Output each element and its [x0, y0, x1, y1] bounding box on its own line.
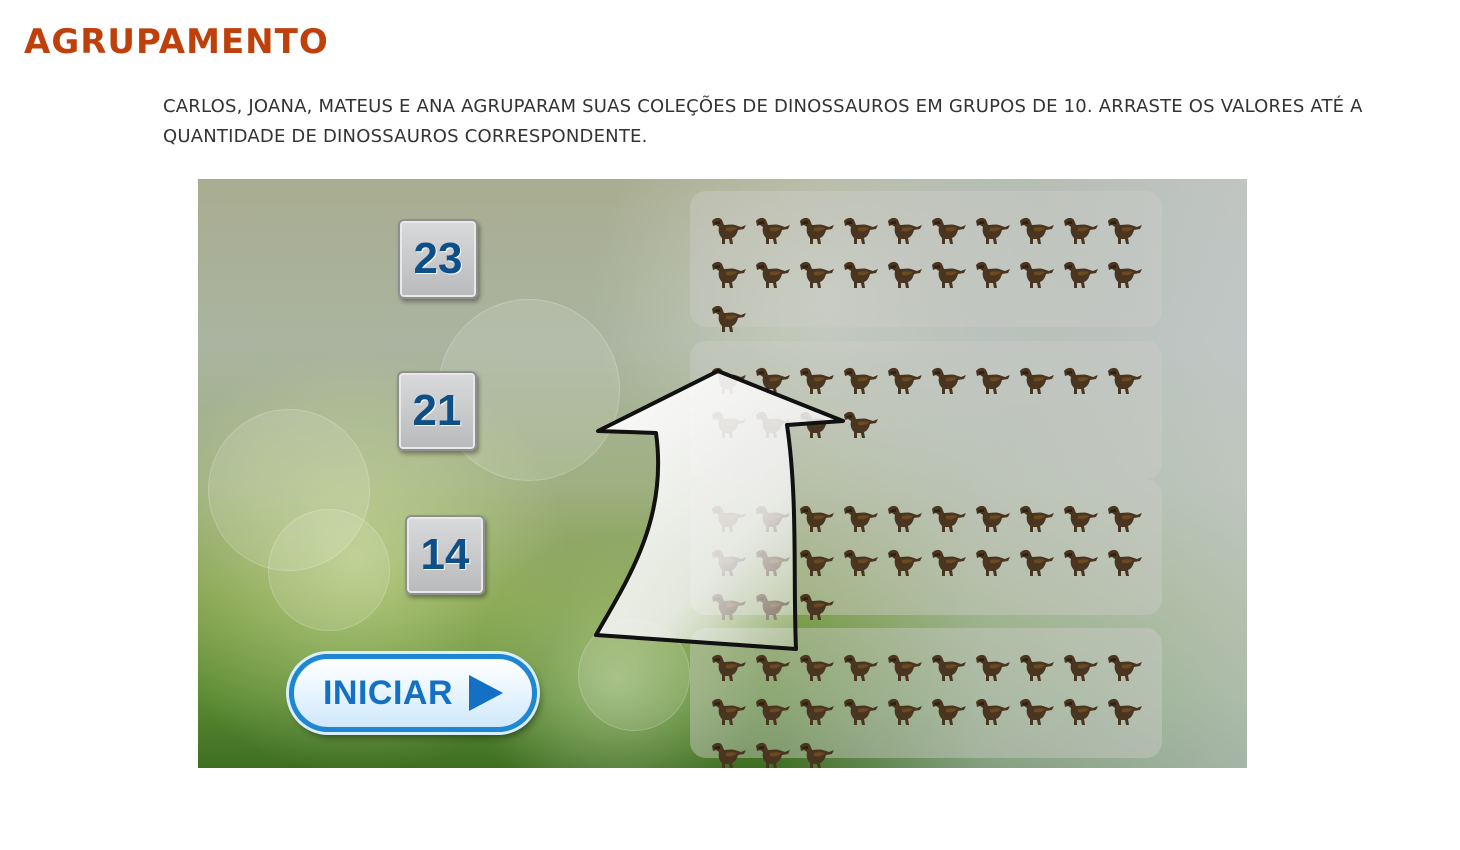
- dinosaur-icon: [796, 213, 836, 247]
- dinosaur-icon: [1016, 545, 1056, 579]
- value-tile-3[interactable]: 14: [405, 515, 485, 595]
- dinosaur-icon: [1104, 501, 1144, 535]
- dinosaur-icon: [1104, 213, 1144, 247]
- dinosaur-icon: [708, 301, 748, 335]
- dinosaur-icon: [796, 738, 836, 768]
- dinosaur-icon: [928, 257, 968, 291]
- dino-group-4[interactable]: [690, 628, 1162, 768]
- dinosaur-icon: [884, 650, 924, 684]
- dinosaur-icon: [708, 257, 748, 291]
- dinosaur-icon: [1016, 363, 1056, 397]
- dinosaur-icon: [884, 694, 924, 728]
- dinosaur-icon: [972, 257, 1012, 291]
- dinosaur-icon: [928, 694, 968, 728]
- dinosaur-icon: [752, 407, 792, 441]
- dinosaur-icon: [840, 650, 880, 684]
- dinosaur-icon: [840, 407, 880, 441]
- dinosaur-icon: [972, 213, 1012, 247]
- dinosaur-icon: [972, 363, 1012, 397]
- dinosaur-icon: [1060, 694, 1100, 728]
- dinosaur-icon: [972, 545, 1012, 579]
- dinosaur-icon: [708, 694, 748, 728]
- dinosaur-icon: [1104, 650, 1144, 684]
- instructions-text: CARLOS, JOANA, MATEUS E ANA AGRUPARAM SU…: [163, 96, 1363, 147]
- dinosaur-icon: [840, 213, 880, 247]
- dinosaur-icon: [796, 501, 836, 535]
- dinosaur-icon: [840, 694, 880, 728]
- dino-group-3[interactable]: [690, 479, 1162, 620]
- dinosaur-icon: [708, 589, 748, 623]
- dinosaur-icon: [840, 501, 880, 535]
- dinosaur-icon: [1104, 545, 1144, 579]
- dinosaur-icon: [1016, 650, 1056, 684]
- dinosaur-icon: [708, 545, 748, 579]
- bokeh-decoration: [268, 509, 390, 631]
- dinosaur-icon: [708, 213, 748, 247]
- dino-group-1[interactable]: [690, 191, 1162, 332]
- start-button-label: INICIAR: [322, 673, 454, 712]
- dinosaur-icon: [752, 650, 792, 684]
- dinosaur-icon: [752, 257, 792, 291]
- start-button[interactable]: INICIAR: [289, 654, 537, 732]
- dinosaur-icon: [1060, 363, 1100, 397]
- dino-group-2[interactable]: [690, 341, 1162, 479]
- dinosaur-icon: [840, 363, 880, 397]
- dinosaur-icon: [752, 501, 792, 535]
- dinosaur-icon: [928, 501, 968, 535]
- dinosaur-icon: [796, 407, 836, 441]
- dinosaur-icon: [708, 650, 748, 684]
- value-tile-1[interactable]: 23: [398, 219, 478, 299]
- dinosaur-icon: [796, 257, 836, 291]
- dinosaur-icon: [972, 650, 1012, 684]
- dinosaur-icon: [1016, 501, 1056, 535]
- dinosaur-icon: [928, 650, 968, 684]
- dinosaur-icon: [972, 694, 1012, 728]
- play-icon: [469, 675, 504, 711]
- page-title: AGRUPAMENTO: [24, 22, 329, 62]
- dinosaur-icon: [840, 257, 880, 291]
- dinosaur-icon: [1060, 545, 1100, 579]
- bokeh-decoration: [578, 619, 690, 731]
- dinosaur-icon: [840, 545, 880, 579]
- dinosaur-icon: [884, 363, 924, 397]
- dinosaur-icon: [1104, 694, 1144, 728]
- dinosaur-icon: [708, 501, 748, 535]
- dinosaur-icon: [1016, 257, 1056, 291]
- dinosaur-icon: [1060, 501, 1100, 535]
- dinosaur-icon: [752, 545, 792, 579]
- dinosaur-icon: [752, 694, 792, 728]
- dinosaur-icon: [884, 213, 924, 247]
- dinosaur-icon: [884, 501, 924, 535]
- dinosaur-icon: [796, 694, 836, 728]
- dinosaur-icon: [972, 501, 1012, 535]
- dinosaur-icon: [752, 213, 792, 247]
- dinosaur-icon: [884, 545, 924, 579]
- dinosaur-icon: [884, 257, 924, 291]
- dinosaur-icon: [1016, 213, 1056, 247]
- dinosaur-icon: [928, 213, 968, 247]
- dinosaur-icon: [796, 545, 836, 579]
- dinosaur-icon: [1016, 694, 1056, 728]
- dinosaur-icon: [796, 589, 836, 623]
- dinosaur-icon: [928, 545, 968, 579]
- dinosaur-icon: [752, 589, 792, 623]
- dinosaur-icon: [752, 363, 792, 397]
- dinosaur-icon: [928, 363, 968, 397]
- dinosaur-icon: [708, 407, 748, 441]
- dinosaur-icon: [1104, 363, 1144, 397]
- dinosaur-icon: [1060, 257, 1100, 291]
- game-area: 23 21 14 INICIAR: [198, 179, 1247, 768]
- dinosaur-icon: [708, 738, 748, 768]
- dinosaur-icon: [796, 650, 836, 684]
- dinosaur-icon: [708, 363, 748, 397]
- dinosaur-icon: [752, 738, 792, 768]
- dinosaur-icon: [1060, 213, 1100, 247]
- dinosaur-icon: [796, 363, 836, 397]
- value-tile-2[interactable]: 21: [397, 371, 477, 451]
- dinosaur-icon: [1104, 257, 1144, 291]
- dinosaur-icon: [1060, 650, 1100, 684]
